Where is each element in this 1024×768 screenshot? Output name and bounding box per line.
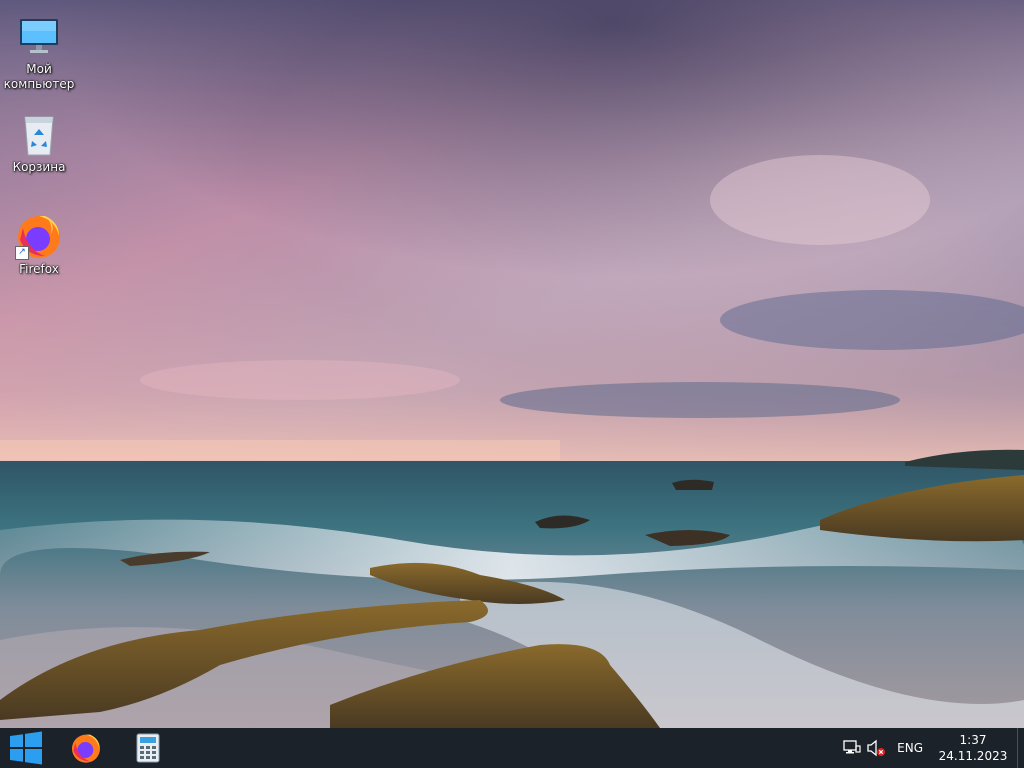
recycle-bin-icon	[15, 110, 63, 158]
start-button[interactable]	[0, 728, 52, 768]
desktop-icon-label: Мой компьютер	[3, 62, 75, 91]
desktop-icon-label: Firefox	[19, 262, 59, 276]
clock-date: 24.11.2023	[938, 749, 1008, 763]
system-tray: ENG 1:37 24.11.2023	[841, 728, 1024, 768]
desktop[interactable]: Мой компьютер Корзина ↗ Firefox	[0, 0, 1024, 728]
shortcut-arrow-icon: ↗	[15, 246, 29, 260]
clock[interactable]: 1:37 24.11.2023	[935, 732, 1011, 764]
taskbar-firefox-button[interactable]	[62, 728, 110, 768]
firefox-icon	[72, 734, 100, 763]
taskbar-calculator-button[interactable]	[124, 728, 172, 768]
desktop-icon-my-computer[interactable]: Мой компьютер	[1, 12, 77, 92]
desktop-icon-recycle-bin[interactable]: Корзина	[1, 110, 77, 175]
wallpaper	[0, 0, 1024, 728]
desktop-icon-label: Корзина	[12, 160, 66, 174]
firefox-icon: ↗	[15, 212, 63, 260]
clock-time: 1:37	[959, 733, 987, 747]
monitor-icon	[15, 12, 63, 60]
tray-volume-button[interactable]	[865, 728, 887, 768]
tray-network-button[interactable]	[841, 728, 863, 768]
windows-logo-icon	[10, 731, 42, 765]
volume-muted-icon	[867, 739, 886, 757]
desktop-icon-firefox[interactable]: ↗ Firefox	[1, 212, 77, 277]
show-desktop-button[interactable]	[1017, 728, 1024, 768]
language-indicator[interactable]: ENG	[897, 741, 923, 755]
taskbar: ENG 1:37 24.11.2023	[0, 728, 1024, 768]
network-icon	[843, 740, 861, 754]
calculator-icon	[136, 733, 160, 763]
